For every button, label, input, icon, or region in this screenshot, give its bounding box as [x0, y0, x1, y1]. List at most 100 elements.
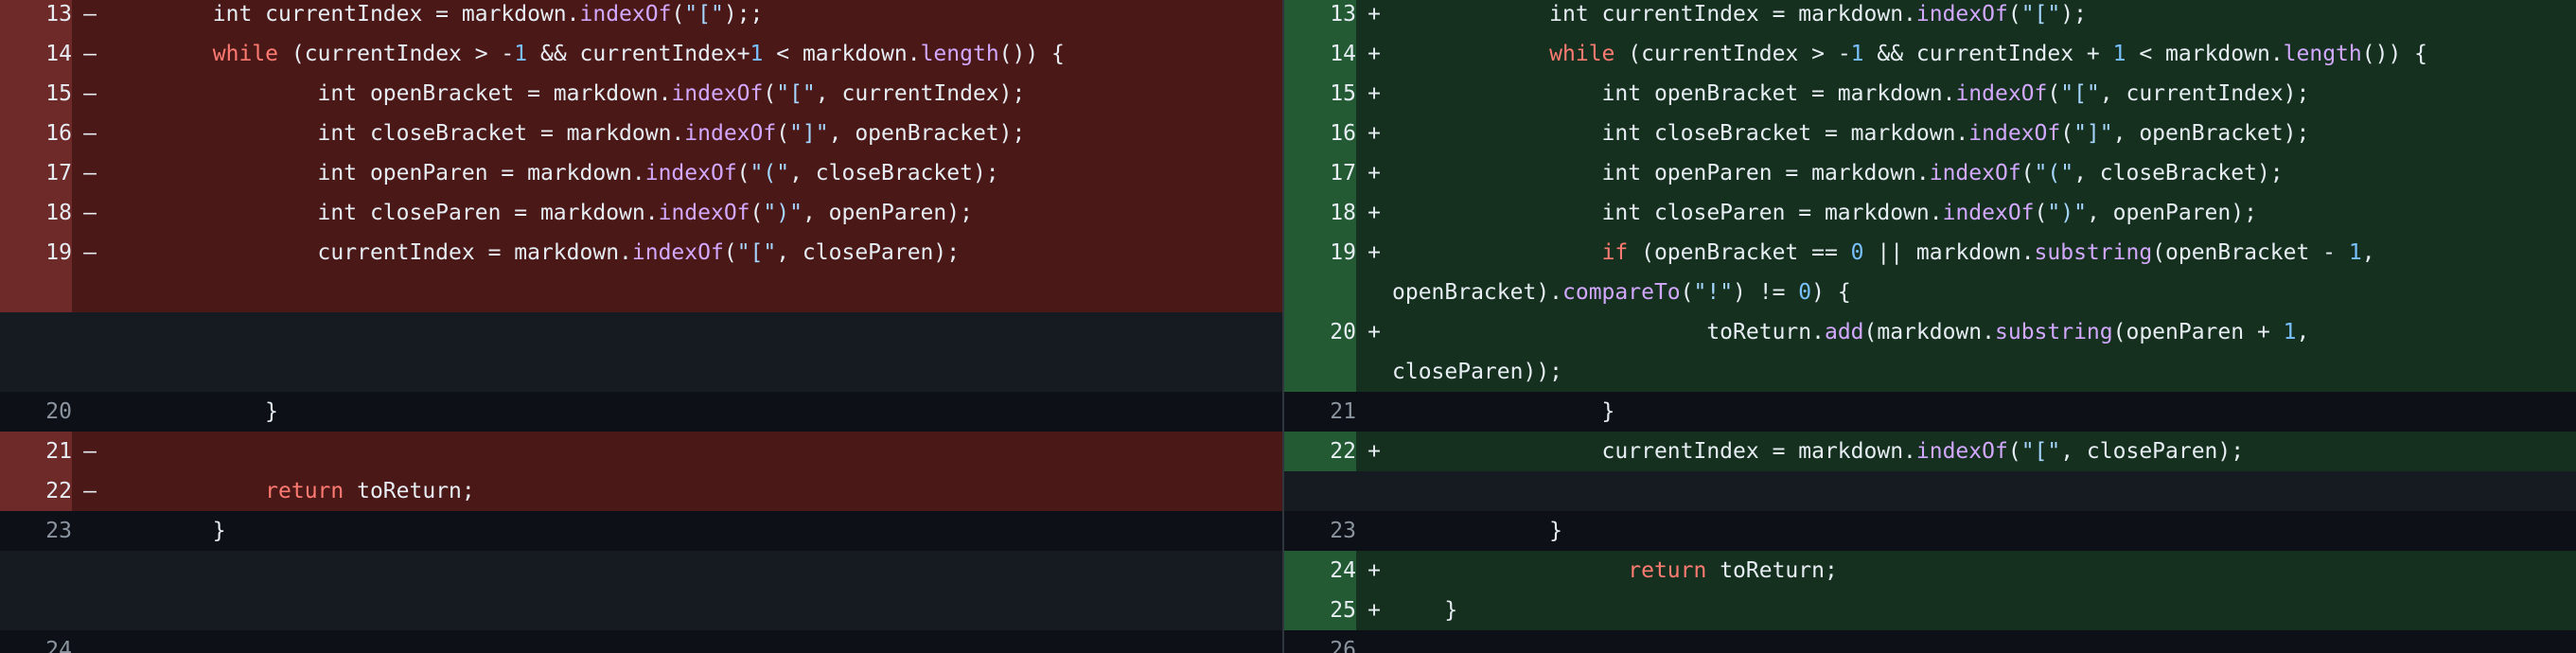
line-number[interactable]: 23 [1284, 511, 1356, 551]
line-number[interactable]: 19 [1284, 233, 1356, 273]
diff-row[interactable]: 21– [0, 432, 1282, 471]
diff-row[interactable]: 20 + toReturn.add(markdown.substring(open… [1284, 312, 2576, 352]
line-number-text: 13 [1330, 2, 1356, 26]
line-number[interactable]: 16 [1284, 114, 1356, 153]
diff-row[interactable]: 14– while (currentIndex > -1 && currentI… [0, 34, 1282, 74]
line-number[interactable] [0, 312, 72, 352]
line-number[interactable] [0, 551, 72, 591]
diff-sign [72, 551, 108, 591]
diff-row[interactable]: openBracket).compareTo("!") != 0) { [1284, 273, 2576, 312]
code-line: openBracket).compareTo("!") != 0) { [1392, 280, 1851, 305]
diff-row[interactable]: 22 + currentIndex = markdown.indexOf("[",… [1284, 432, 2576, 471]
line-number[interactable]: 24 [1284, 551, 1356, 591]
line-number[interactable]: 25 [1284, 591, 1356, 630]
line-number[interactable]: 24 [0, 630, 72, 653]
diff-row[interactable]: 24 + return toReturn; [1284, 551, 2576, 591]
line-number-text: 22 [45, 479, 72, 503]
line-number[interactable]: 14 [1284, 34, 1356, 74]
diff-sign: + [1367, 598, 1381, 623]
diff-row[interactable]: 20 } [0, 392, 1282, 432]
diff-row[interactable]: 15 + int openBracket = markdown.indexOf("… [1284, 74, 2576, 114]
line-number[interactable]: 20 [1284, 312, 1356, 352]
diff-row[interactable]: 22– return toReturn; [0, 471, 1282, 511]
diff-row[interactable]: 18 + int closeParen = markdown.indexOf(")… [1284, 193, 2576, 233]
code-line: while (currentIndex > -1 && currentIndex… [212, 42, 1065, 66]
line-number[interactable]: 23 [0, 511, 72, 551]
line-number[interactable] [1284, 471, 1356, 511]
line-number[interactable]: 13 [0, 0, 72, 34]
line-number[interactable]: 14 [0, 34, 72, 74]
diff-row[interactable] [0, 551, 1282, 591]
diff-row[interactable]: 16 + int closeBracket = markdown.indexOf(… [1284, 114, 2576, 153]
diff-row[interactable] [0, 352, 1282, 392]
diff-row[interactable] [0, 591, 1282, 630]
diff-sign: – [83, 201, 97, 225]
diff-row[interactable] [0, 273, 1282, 312]
line-number[interactable]: 22 [0, 471, 72, 511]
code-line: int currentIndex = markdown.indexOf("[")… [1392, 2, 2087, 26]
diff-row[interactable] [0, 312, 1282, 352]
code-line: currentIndex = markdown.indexOf("[", clo… [1392, 439, 2245, 464]
code-line: } [1392, 598, 1458, 623]
diff-row[interactable]: 19– currentIndex = markdown.indexOf("[",… [0, 233, 1282, 273]
diff-sign: + [1367, 121, 1381, 146]
line-number[interactable]: 15 [0, 74, 72, 114]
line-number[interactable]: 22 [1284, 432, 1356, 471]
line-number-text: 25 [1330, 598, 1356, 623]
line-number[interactable]: 17 [1284, 153, 1356, 193]
diff-row[interactable]: 18– int closeParen = markdown.indexOf(")… [0, 193, 1282, 233]
line-number[interactable] [0, 273, 72, 312]
diff-row[interactable]: 24 [0, 630, 1282, 653]
diff-row[interactable]: 21 } [1284, 392, 2576, 432]
diff-row[interactable]: 17 + int openParen = markdown.indexOf("("… [1284, 153, 2576, 193]
line-number[interactable]: 19 [0, 233, 72, 273]
line-number[interactable]: 16 [0, 114, 72, 153]
diff-row[interactable]: 13– int currentIndex = markdown.indexOf(… [0, 0, 1282, 34]
diff-row[interactable]: 13 + int currentIndex = markdown.indexOf(… [1284, 0, 2576, 34]
diff-sign [1356, 392, 1392, 432]
diff-sign [1356, 273, 1392, 312]
line-number[interactable] [0, 591, 72, 630]
diff-row[interactable]: 15– int openBracket = markdown.indexOf("… [0, 74, 1282, 114]
line-number-text: 22 [1330, 439, 1356, 464]
line-number-text: 15 [45, 81, 72, 106]
diff-row[interactable]: 19 + if (openBracket == 0 || markdown.sub… [1284, 233, 2576, 273]
line-number[interactable]: 20 [0, 392, 72, 432]
diff-sign: – [83, 81, 97, 106]
line-number[interactable]: 13 [1284, 0, 1356, 34]
line-number-text: 18 [1330, 201, 1356, 225]
line-number[interactable]: 26 [1284, 630, 1356, 653]
code-line: currentIndex = markdown.indexOf("[", clo… [108, 240, 961, 265]
line-number[interactable] [1284, 273, 1356, 312]
line-number-text: 19 [45, 240, 72, 265]
diff-row[interactable]: 17– int openParen = markdown.indexOf("("… [0, 153, 1282, 193]
line-number[interactable]: 21 [0, 432, 72, 471]
code-line: } [108, 519, 226, 543]
line-number[interactable]: 15 [1284, 74, 1356, 114]
line-number[interactable]: 17 [0, 153, 72, 193]
code-line: int closeParen = markdown.indexOf(")", o… [1392, 201, 2257, 225]
diff-row[interactable] [1284, 471, 2576, 511]
diff-row[interactable]: 25 + } [1284, 591, 2576, 630]
line-number-text: 14 [1330, 42, 1356, 66]
line-number[interactable]: 18 [1284, 193, 1356, 233]
diff-row[interactable]: 16– int closeBracket = markdown.indexOf(… [0, 114, 1282, 153]
diff-row[interactable]: closeParen)); [1284, 352, 2576, 392]
diff-row[interactable]: 14 + while (currentIndex > -1 && currentI… [1284, 34, 2576, 74]
diff-sign: + [1367, 2, 1381, 26]
code-line: int openBracket = markdown.indexOf("[", … [1392, 81, 2310, 106]
line-number-text: 19 [1330, 240, 1356, 265]
line-number-text: 23 [45, 519, 72, 543]
diff-sign: – [83, 42, 97, 66]
line-number-text: 21 [45, 439, 72, 464]
diff-row[interactable]: 23 } [1284, 511, 2576, 551]
line-number[interactable]: 18 [0, 193, 72, 233]
line-number[interactable] [0, 352, 72, 392]
line-number[interactable]: 21 [1284, 392, 1356, 432]
line-number-text: 14 [45, 42, 72, 66]
split-diff-view: 13– int currentIndex = markdown.indexOf(… [0, 0, 2576, 653]
diff-row[interactable]: 26 [1284, 630, 2576, 653]
diff-row[interactable]: 23 } [0, 511, 1282, 551]
line-number[interactable] [1284, 352, 1356, 392]
